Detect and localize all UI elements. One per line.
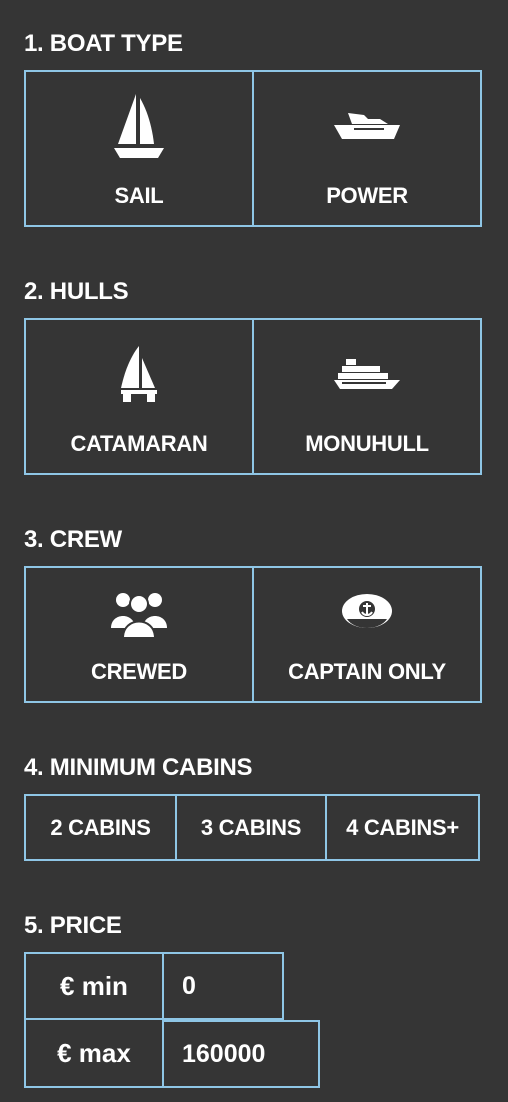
catamaran-icon — [26, 334, 252, 414]
option-crewed[interactable]: CREWED — [24, 566, 254, 703]
section-title-hulls: 2. HULLS — [24, 278, 129, 305]
sailboat-icon — [26, 86, 252, 166]
hulls-options: CATAMARAN MONUHULL — [24, 318, 482, 475]
cruise-ship-icon — [254, 334, 480, 414]
price-min-input[interactable] — [164, 952, 284, 1020]
option-4-cabins-plus[interactable]: 4 CABINS+ — [327, 794, 480, 861]
option-2-cabins[interactable]: 2 CABINS — [24, 794, 177, 861]
price-max-label: € max — [24, 1020, 164, 1088]
option-crewed-label: CREWED — [91, 659, 187, 684]
option-captain-only[interactable]: CAPTAIN ONLY — [254, 566, 482, 703]
boat-type-options: SAIL POWER — [24, 70, 482, 227]
option-sail-label: SAIL — [114, 183, 164, 208]
option-3-cabins[interactable]: 3 CABINS — [177, 794, 327, 861]
cabins-options: 2 CABINS 3 CABINS 4 CABINS+ — [24, 794, 480, 861]
option-power[interactable]: POWER — [254, 70, 482, 227]
option-monohull-label: MONUHULL — [305, 431, 429, 456]
price-max-row: € max — [24, 1020, 320, 1088]
section-title-boat-type: 1. BOAT TYPE — [24, 30, 183, 57]
price-min-row: € min — [24, 952, 284, 1020]
group-icon — [26, 578, 252, 648]
option-monohull[interactable]: MONUHULL — [254, 318, 482, 475]
option-catamaran-label: CATAMARAN — [70, 431, 208, 456]
motor-yacht-icon — [254, 86, 480, 166]
price-min-label: € min — [24, 952, 164, 1020]
option-sail[interactable]: SAIL — [24, 70, 254, 227]
section-title-crew: 3. CREW — [24, 526, 122, 553]
option-captain-only-label: CAPTAIN ONLY — [288, 659, 446, 684]
captain-hat-icon — [254, 578, 480, 648]
option-catamaran[interactable]: CATAMARAN — [24, 318, 254, 475]
section-title-price: 5. PRICE — [24, 912, 122, 939]
price-max-input[interactable] — [164, 1020, 320, 1088]
section-title-minimum-cabins: 4. MINIMUM CABINS — [24, 754, 253, 781]
option-power-label: POWER — [326, 183, 408, 208]
crew-options: CREWED CAPTAIN ONLY — [24, 566, 482, 703]
